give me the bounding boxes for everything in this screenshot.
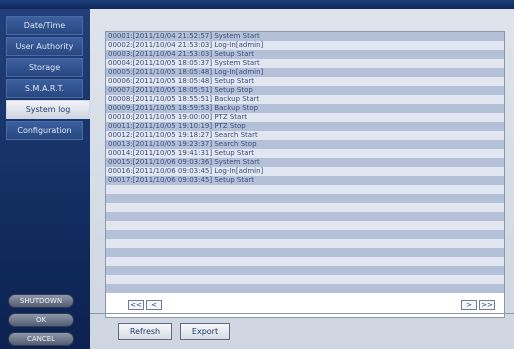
log-row[interactable]: 00004:[2011/10/05 18:05:37] System Start [106, 59, 504, 68]
log-row[interactable]: 00014:[2011/10/05 19:41:31] Setup Start [106, 149, 504, 158]
log-row[interactable] [106, 284, 504, 293]
prev-page-button[interactable]: < [146, 300, 162, 310]
log-row[interactable] [106, 212, 504, 221]
export-button[interactable]: Export [180, 323, 230, 340]
settings-window: Date/Time User Authority Storage S.M.A.R… [0, 0, 514, 349]
log-row[interactable] [106, 194, 504, 203]
log-row[interactable] [106, 221, 504, 230]
log-row[interactable]: 00005:[2011/10/05 18:05:48] Log-In[admin… [106, 68, 504, 77]
sidebar-item-system-log[interactable]: System log [6, 100, 90, 119]
log-row[interactable] [106, 266, 504, 275]
log-row[interactable]: 00002:[2011/10/04 21:53:03] Log-In[admin… [106, 41, 504, 50]
log-row[interactable] [106, 257, 504, 266]
sidebar-item-smart[interactable]: S.M.A.R.T. [6, 79, 83, 98]
divider [90, 313, 514, 314]
log-row[interactable]: 00012:[2011/10/05 19:18:27] Search Start [106, 131, 504, 140]
log-row[interactable]: 00010:[2011/10/05 19:00:00] PTZ Start [106, 113, 504, 122]
next-page-button[interactable]: > [461, 300, 477, 310]
log-row[interactable] [106, 230, 504, 239]
log-row[interactable] [106, 239, 504, 248]
first-page-button[interactable]: << [128, 300, 144, 310]
sidebar-item-configuration[interactable]: Configuration [6, 121, 83, 140]
log-row[interactable]: 00001:[2011/10/04 21:52:57] System Start [106, 32, 504, 41]
log-row[interactable]: 00015:[2011/10/06 09:03:36] System Start [106, 158, 504, 167]
sidebar-item-storage[interactable]: Storage [6, 58, 83, 77]
log-row[interactable] [106, 248, 504, 257]
log-row[interactable] [106, 275, 504, 284]
last-page-button[interactable]: >> [479, 300, 495, 310]
log-row[interactable]: 00003:[2011/10/04 21:53:03] Setup Start [106, 50, 504, 59]
sidebar-item-date-time[interactable]: Date/Time [6, 16, 83, 35]
log-row[interactable]: 00013:[2011/10/05 19:23:37] Search Stop [106, 140, 504, 149]
log-row[interactable]: 00017:[2011/10/06 09:03:45] Setup Start [106, 176, 504, 185]
system-log-panel: 00001:[2011/10/04 21:52:57] System Start… [90, 9, 514, 349]
cancel-button[interactable]: CANCEL [8, 332, 74, 346]
refresh-button[interactable]: Refresh [118, 323, 172, 340]
log-row[interactable]: 00016:[2011/10/06 09:03:45] Log-In[admin… [106, 167, 504, 176]
log-rows: 00001:[2011/10/04 21:52:57] System Start… [106, 32, 504, 293]
log-row[interactable]: 00009:[2011/10/05 18:59:53] Backup Stop [106, 104, 504, 113]
title-bar [0, 0, 514, 9]
shutdown-button[interactable]: SHUTDOWN [8, 294, 74, 308]
log-row[interactable] [106, 185, 504, 194]
log-list[interactable]: 00001:[2011/10/04 21:52:57] System Start… [105, 31, 505, 318]
log-row[interactable] [106, 203, 504, 212]
log-row[interactable]: 00006:[2011/10/05 18:05:48] Setup Start [106, 77, 504, 86]
log-row[interactable]: 00011:[2011/10/05 19:10:19] PTZ Stop [106, 122, 504, 131]
sidebar-item-user-authority[interactable]: User Authority [6, 37, 83, 56]
ok-button[interactable]: OK [8, 313, 74, 327]
log-row[interactable]: 00007:[2011/10/05 18:05:51] Setup Stop [106, 86, 504, 95]
sidebar: Date/Time User Authority Storage S.M.A.R… [0, 9, 90, 349]
log-row[interactable]: 00008:[2011/10/05 18:55:51] Backup Start [106, 95, 504, 104]
